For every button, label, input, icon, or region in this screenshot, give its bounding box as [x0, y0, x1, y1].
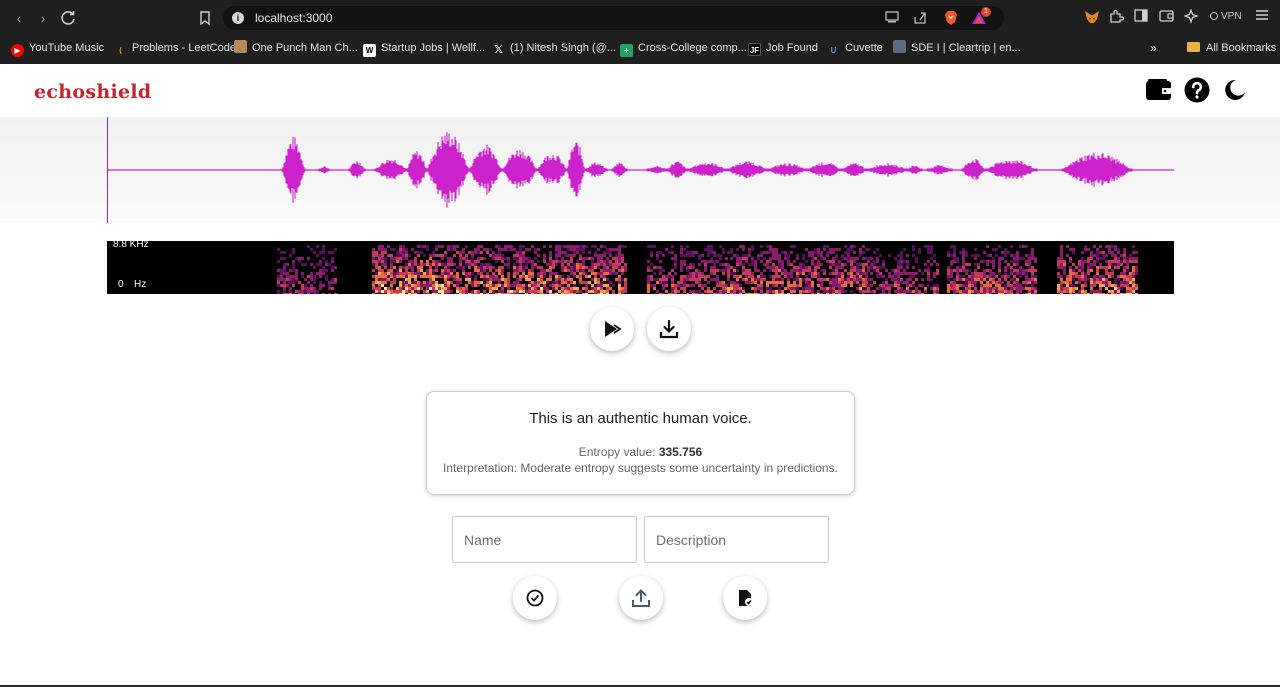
entropy-label: Entropy value: [578, 445, 659, 459]
x-icon: 𝕏 [494, 44, 503, 56]
bookmark-label: Problems - LeetCode [132, 42, 236, 54]
bookmark-label: (1) Nitesh Singh (@... [510, 42, 616, 54]
result-card: This is an authentic human voice. Entrop… [426, 391, 855, 495]
bookmark-item-youtube-music[interactable]: ▶ YouTube Music [11, 40, 105, 57]
bookmark-label: Job Found [766, 42, 818, 54]
url-text[interactable]: localhost:3000 [255, 10, 332, 26]
leetcode-icon: ⟨ [118, 46, 123, 55]
reload-icon[interactable] [58, 8, 78, 28]
cleartrip-icon [893, 40, 906, 53]
spectrogram-top-label: 8.8 KHz [113, 241, 149, 250]
bookmark-label: Cuvette [845, 42, 883, 54]
entropy-value: 335.756 [658, 445, 703, 459]
vpn-button[interactable]: VPN [1210, 10, 1242, 24]
leo-ai-icon[interactable] [1182, 8, 1199, 25]
cuvette-icon: U [830, 46, 837, 55]
bookmark-label: One Punch Man Ch... [252, 42, 358, 54]
bookmark-icon[interactable] [195, 8, 215, 28]
brave-shields-icon[interactable] [943, 10, 959, 26]
menu-icon[interactable] [1254, 9, 1270, 25]
result-title: This is an authentic human voice. [529, 410, 752, 427]
bookmark-item-cuvette[interactable]: U Cuvette [827, 40, 883, 56]
submit-button[interactable] [513, 576, 557, 620]
bookmark-label: Cross-College comp... [638, 42, 747, 54]
browser-chrome: ‹ › i localhost:3000 1 VPN ▶ YouTube Mus… [0, 0, 1280, 64]
play-icon [605, 321, 622, 337]
browser-toolbar: ‹ › i localhost:3000 1 VPN [0, 0, 1280, 35]
all-bookmarks-button[interactable]: All Bookmarks [1187, 40, 1276, 56]
youtube-music-icon: ▶ [11, 44, 24, 57]
waveform[interactable] [107, 117, 1174, 223]
bookmark-item-one-punch-man[interactable]: One Punch Man Ch... [234, 40, 358, 56]
cast-icon[interactable] [885, 11, 899, 25]
upload-button[interactable] [619, 576, 663, 620]
wallet-icon[interactable] [1145, 77, 1171, 103]
description-input[interactable] [644, 516, 829, 563]
waveform-signal [281, 132, 1133, 208]
spectrogram-plot [277, 245, 1138, 294]
wallet-icon[interactable] [1158, 9, 1174, 25]
download-icon [659, 319, 679, 339]
bookmarks-bar: ▶ YouTube Music ⟨ Problems - LeetCode One … [0, 37, 1280, 59]
forward-icon[interactable]: › [33, 8, 53, 28]
bookmark-item-x[interactable]: 𝕏 (1) Nitesh Singh (@... [492, 40, 616, 56]
spectrogram-bottom-label: 0 [118, 279, 124, 290]
vpn-label: VPN [1221, 11, 1242, 22]
playhead-cursor[interactable] [107, 117, 108, 223]
extensions-icon[interactable] [1108, 9, 1124, 25]
all-bookmarks-label: All Bookmarks [1206, 42, 1277, 54]
save-file-icon [739, 590, 753, 606]
spectrogram-bottom-unit: Hz [134, 279, 147, 290]
site-info-icon[interactable]: i [232, 12, 244, 24]
spectrogram: 8.8 KHz 0 Hz [107, 241, 1174, 294]
bookmark-label: Startup Jobs | Wellf... [381, 42, 486, 54]
metamask-icon[interactable] [1084, 9, 1100, 25]
dark-mode-icon[interactable] [1224, 79, 1250, 105]
save-button[interactable] [723, 576, 767, 620]
manga-icon [234, 40, 247, 53]
bookmark-label: YouTube Music [29, 42, 105, 54]
name-input[interactable] [452, 516, 637, 563]
play-button[interactable] [590, 307, 634, 351]
upload-icon [632, 589, 650, 607]
check-circle-icon [526, 589, 544, 607]
back-icon[interactable]: ‹ [9, 8, 29, 28]
bookmark-label: SDE I | Cleartrip | en... [911, 42, 1021, 54]
wellfound-icon: W [363, 44, 376, 57]
more-bookmarks-icon[interactable]: » [1150, 40, 1157, 56]
rewards-badge: 1 [981, 7, 991, 17]
bookmark-item-job-found[interactable]: JF Job Found [748, 40, 818, 56]
download-button[interactable] [647, 307, 691, 351]
sidebar-icon[interactable] [1133, 9, 1149, 25]
app-logo[interactable]: echoshield [34, 80, 151, 104]
bookmark-item-cross-college[interactable]: + Cross-College comp... [620, 40, 747, 57]
share-icon[interactable] [913, 11, 927, 25]
bookmark-item-cleartrip[interactable]: SDE I | Cleartrip | en... [893, 40, 1021, 56]
entropy-line: Entropy value: 335.756 [427, 444, 854, 460]
interpretation-text: Interpretation: Moderate entropy suggest… [443, 461, 838, 475]
address-bar[interactable]: i localhost:3000 1 [223, 6, 1004, 30]
bookmark-item-leetcode[interactable]: ⟨ Problems - LeetCode [114, 40, 236, 56]
sheets-icon: + [620, 44, 633, 57]
folder-icon [1187, 42, 1200, 52]
help-icon[interactable] [1184, 77, 1210, 103]
jobfound-icon: JF [748, 43, 761, 56]
spectrogram-cells [277, 245, 1138, 294]
bookmark-item-wellfound[interactable]: W Startup Jobs | Wellf... [363, 40, 486, 57]
